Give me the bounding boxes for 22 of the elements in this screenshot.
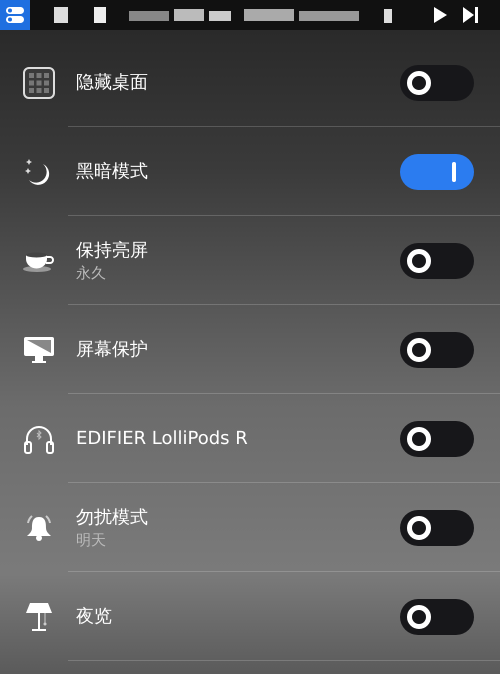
play-icon[interactable] xyxy=(432,6,448,24)
toggle-switch[interactable] xyxy=(400,332,474,368)
item-label: 隐藏桌面 xyxy=(76,70,149,94)
toggle-menu-icon[interactable] xyxy=(0,0,30,30)
monitor-icon xyxy=(23,336,55,364)
toggle-switch[interactable] xyxy=(400,510,474,546)
item-label: 勿扰模式 xyxy=(76,506,149,530)
toggle-switch[interactable] xyxy=(400,598,474,634)
lamp-icon xyxy=(23,600,55,632)
item-sublabel: 明天 xyxy=(76,530,107,550)
toggle-switch[interactable] xyxy=(400,64,474,100)
toggle-switch[interactable] xyxy=(400,154,474,190)
item-label: 保持亮屏 xyxy=(76,238,149,262)
item-label: 夜览 xyxy=(76,604,113,628)
toggle-switch[interactable] xyxy=(400,242,474,278)
item-label: EDIFIER LolliPods R xyxy=(76,426,249,450)
next-track-icon[interactable] xyxy=(462,6,480,24)
item-label: 黑暗模式 xyxy=(76,160,149,184)
toggle-switch[interactable] xyxy=(400,420,474,456)
grid-icon xyxy=(23,66,55,98)
item-sublabel: 永久 xyxy=(76,262,107,282)
item-label: 屏幕保护 xyxy=(76,338,149,362)
